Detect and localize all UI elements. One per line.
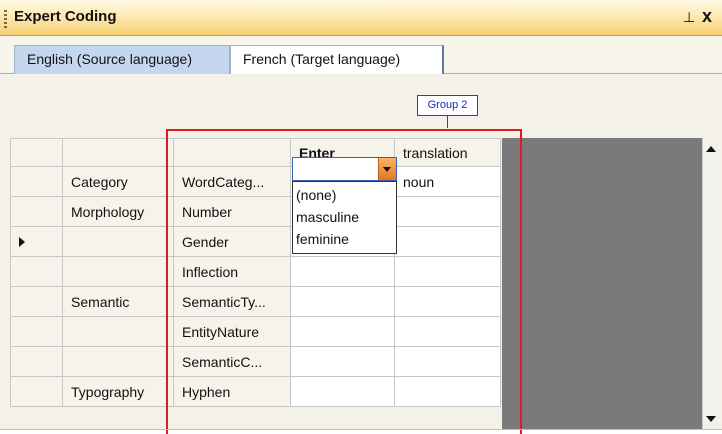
property-cell: EntityNature — [173, 316, 291, 347]
language-tabstrip: English (Source language) French (Target… — [0, 36, 722, 74]
tab-source-language[interactable]: English (Source language) — [14, 45, 230, 74]
vertical-scrollbar[interactable] — [702, 138, 720, 430]
property-cell: SemanticC... — [173, 346, 291, 377]
bottom-divider — [0, 429, 722, 430]
row-header — [10, 316, 63, 347]
enter-cell[interactable] — [290, 346, 395, 377]
grid-row[interactable]: SemanticC... — [10, 346, 501, 377]
category-cell — [62, 226, 174, 257]
translation-cell[interactable]: noun — [394, 166, 501, 197]
dropdown-option[interactable]: (none) — [296, 184, 396, 206]
property-cell: WordCateg... — [173, 166, 291, 197]
enter-cell[interactable] — [290, 286, 395, 317]
row-header — [10, 346, 63, 377]
grid-row[interactable]: CategoryWordCateg...proper nounnoun — [10, 166, 501, 197]
grid-body: CategoryWordCateg...proper nounnounMorph… — [10, 166, 501, 407]
row-header — [10, 256, 63, 287]
coding-grid: Enter translation CategoryWordCateg...pr… — [10, 138, 501, 407]
header-category — [62, 138, 174, 167]
grid-row[interactable]: EntityNature — [10, 316, 501, 347]
translation-cell[interactable] — [394, 346, 501, 377]
group-label: Group 2 — [417, 95, 478, 116]
header-translation[interactable]: translation — [394, 138, 501, 167]
translation-cell[interactable] — [394, 256, 501, 287]
header-property — [173, 138, 291, 167]
gender-dropdown-list: (none) masculine feminine — [292, 181, 397, 254]
row-header — [10, 376, 63, 407]
pin-icon[interactable]: ⊥ — [683, 9, 695, 26]
panel-titlebar: Expert Coding ⊥ x — [0, 0, 722, 36]
enter-cell[interactable] — [290, 256, 395, 287]
grid-row[interactable]: Typography Hyphen — [10, 376, 501, 407]
category-cell: Typography — [62, 376, 174, 407]
scroll-up-icon[interactable] — [706, 146, 716, 152]
tab-target-language[interactable]: French (Target language) — [230, 45, 444, 74]
enter-cell[interactable] — [290, 316, 395, 347]
grid-row[interactable]: Morphology Number — [10, 196, 501, 227]
translation-cell[interactable] — [394, 226, 501, 257]
dropdown-option[interactable]: masculine — [296, 206, 396, 228]
grid-row[interactable]: Inflection — [10, 256, 501, 287]
enter-cell[interactable] — [290, 376, 395, 407]
grid-row[interactable]: Semantic SemanticTy... — [10, 286, 501, 317]
grid-header-row: Enter translation — [10, 138, 501, 167]
translation-cell[interactable] — [394, 196, 501, 227]
row-header — [10, 196, 63, 227]
gender-combo[interactable] — [292, 157, 397, 181]
drag-grip-icon[interactable] — [4, 10, 7, 28]
category-cell: Morphology — [62, 196, 174, 227]
close-icon[interactable]: x — [702, 6, 712, 27]
current-row-icon — [19, 236, 25, 247]
scroll-down-icon[interactable] — [706, 416, 716, 422]
row-header — [10, 286, 63, 317]
category-cell — [62, 346, 174, 377]
group-connector — [447, 116, 448, 128]
grid-empty-area — [502, 138, 702, 430]
dropdown-arrow-icon[interactable] — [378, 158, 396, 180]
translation-cell[interactable] — [394, 316, 501, 347]
property-cell: SemanticTy... — [173, 286, 291, 317]
category-cell: Semantic — [62, 286, 174, 317]
translation-cell[interactable] — [394, 376, 501, 407]
dropdown-option[interactable]: feminine — [296, 228, 396, 250]
grid-row[interactable]: Gender — [10, 226, 501, 257]
property-cell: Hyphen — [173, 376, 291, 407]
translation-cell[interactable] — [394, 286, 501, 317]
property-cell: Gender — [173, 226, 291, 257]
panel-title: Expert Coding — [14, 8, 117, 25]
category-cell — [62, 256, 174, 287]
row-header — [10, 226, 63, 257]
property-cell: Number — [173, 196, 291, 227]
row-header-corner — [10, 138, 63, 167]
category-cell — [62, 316, 174, 347]
property-cell: Inflection — [173, 256, 291, 287]
category-cell: Category — [62, 166, 174, 197]
row-header — [10, 166, 63, 197]
